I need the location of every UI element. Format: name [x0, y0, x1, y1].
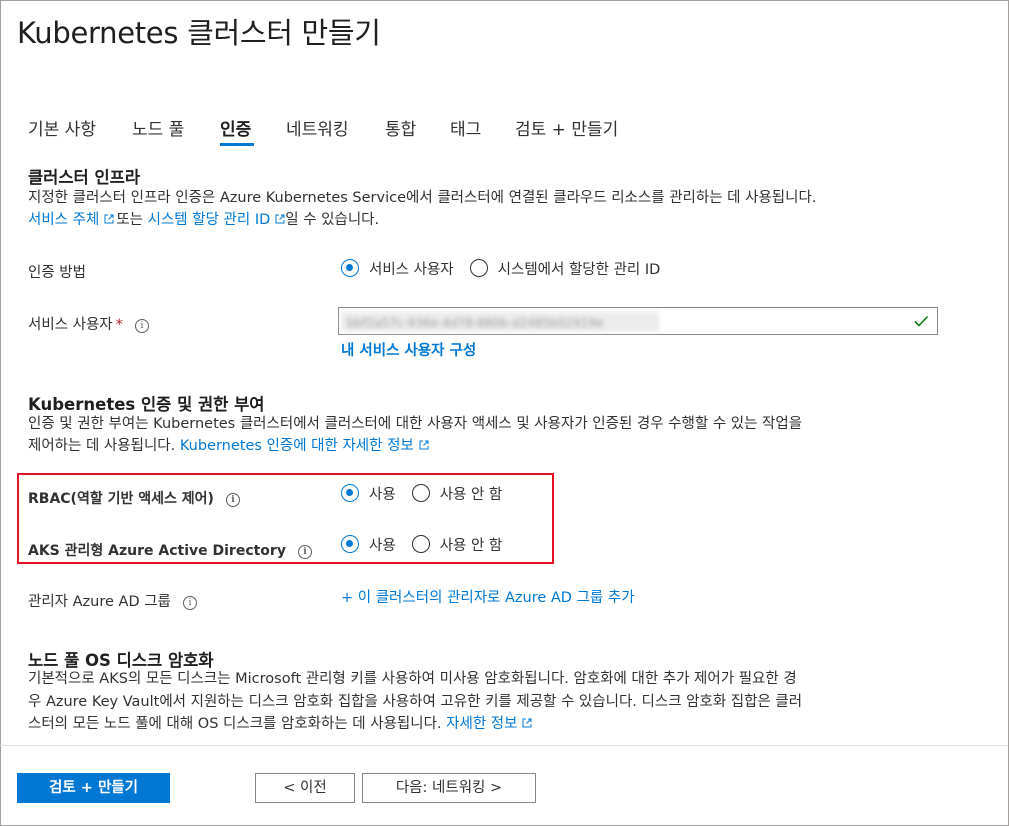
checkmark-icon	[914, 315, 929, 327]
rbac-label-text: RBAC(역할 기반 액세스 제어)	[28, 491, 214, 507]
rbac-radio-group: 사용 사용 안 함	[341, 483, 518, 504]
cluster-infra-description: 지정한 클러스터 인프라 인증은 Azure Kubernetes Servic…	[28, 190, 817, 206]
k8s-auth-learn-more-link[interactable]: Kubernetes 인증에 대한 자세한 정보	[180, 438, 414, 454]
radio-rbac-enabled[interactable]	[341, 484, 359, 502]
radio-service-principal[interactable]	[341, 259, 359, 277]
tab-review-create[interactable]: 검토 + 만들기	[515, 115, 618, 140]
radio-service-principal-label[interactable]: 서비스 사용자	[369, 262, 454, 278]
admin-group-label-text: 관리자 Azure AD 그룹	[28, 594, 171, 610]
service-principal-label: 서비스 사용자 * i	[28, 313, 149, 334]
external-link-icon	[419, 440, 429, 450]
auth-method-radio-group: 서비스 사용자 시스템에서 할당한 관리 ID	[341, 258, 676, 279]
info-icon[interactable]: i	[182, 596, 197, 610]
radio-rbac-disabled[interactable]	[411, 484, 430, 502]
radio-rbac-disabled-label[interactable]: 사용 안 함	[440, 487, 503, 503]
disk-encryption-learn-more-link[interactable]: 자세한 정보	[446, 716, 517, 732]
tab-basics[interactable]: 기본 사항	[28, 115, 96, 140]
footer-divider	[0, 745, 1008, 746]
disk-encryption-line3-text: 스터의 모든 노드 풀에 대해 OS 디스크를 암호화하는 데 사용됩니다.	[28, 716, 442, 732]
service-principal-label-text: 서비스 사용자	[28, 317, 113, 333]
radio-aad-enabled[interactable]	[341, 535, 359, 553]
radio-aad-disabled[interactable]	[411, 535, 430, 553]
aad-label-text: AKS 관리형 Azure Active Directory	[28, 543, 286, 559]
disk-encryption-line1: 기본적으로 AKS의 모든 디스크는 Microsoft 관리형 키를 사용하여…	[28, 671, 797, 687]
configure-service-principal-link[interactable]: 내 서비스 사용자 구성	[341, 339, 476, 360]
tab-networking[interactable]: 네트워킹	[286, 115, 349, 140]
tab-node-pools[interactable]: 노드 풀	[132, 115, 184, 140]
k8s-auth-description-line1: 인증 및 권한 부여는 Kubernetes 클러스터에서 클러스터에 대한 사…	[28, 416, 803, 432]
k8s-auth-description-line2: 제어하는 데 사용됩니다. Kubernetes 인증에 대한 자세한 정보	[28, 434, 431, 458]
admin-group-label: 관리자 Azure AD 그룹 i	[28, 590, 197, 611]
or-text: 또는	[116, 212, 143, 228]
info-icon[interactable]: i	[225, 493, 240, 507]
info-icon[interactable]: i	[134, 319, 149, 333]
next-networking-button[interactable]: 다음: 네트워킹 >	[362, 773, 536, 803]
review-create-button[interactable]: 검토 + 만들기	[17, 773, 170, 803]
add-admin-group-link[interactable]: + 이 클러스터의 관리자로 Azure AD 그룹 추가	[341, 586, 635, 607]
k8s-auth-desc-text: 제어하는 데 사용됩니다.	[28, 438, 176, 454]
radio-managed-identity[interactable]	[469, 259, 488, 277]
service-principal-value: bbf2a57c-936e-4d78-880b-d2485b02919e	[347, 316, 604, 330]
page-title: Kubernetes 클러스터 만들기	[17, 16, 381, 50]
aad-radio-group: 사용 사용 안 함	[341, 534, 518, 555]
tab-tags[interactable]: 태그	[450, 115, 481, 140]
aad-label: AKS 관리형 Azure Active Directory i	[28, 540, 312, 560]
service-principal-value-redacted: bbf2a57c-936e-4d78-880b-d2485b02919e	[341, 312, 659, 332]
required-asterisk: *	[115, 317, 123, 333]
disk-encryption-line2: 우 Azure Key Vault에서 지원하는 디스크 암호화 집합을 사용하…	[28, 694, 803, 710]
auth-method-label: 인증 방법	[28, 265, 86, 281]
external-link-icon	[104, 214, 114, 224]
desc-tail-text: 일 수 있습니다.	[285, 212, 380, 228]
cluster-infra-links-line: 서비스 주체 또는 시스템 할당 관리 ID 일 수 있습니다.	[28, 208, 379, 232]
active-tab-indicator	[220, 143, 254, 146]
service-principal-input[interactable]: bbf2a57c-936e-4d78-880b-d2485b02919e	[338, 307, 938, 335]
service-principal-link[interactable]: 서비스 주체	[28, 212, 99, 228]
radio-rbac-enabled-label[interactable]: 사용	[369, 487, 396, 503]
disk-encryption-line3: 스터의 모든 노드 풀에 대해 OS 디스크를 암호화하는 데 사용됩니다. 자…	[28, 712, 534, 736]
tab-integrations[interactable]: 통합	[385, 115, 416, 140]
rbac-label: RBAC(역할 기반 액세스 제어) i	[28, 488, 240, 508]
info-icon[interactable]: i	[297, 545, 312, 559]
radio-aad-enabled-label[interactable]: 사용	[369, 538, 396, 554]
cluster-infra-heading: 클러스터 인프라	[28, 168, 141, 187]
managed-identity-link[interactable]: 시스템 할당 관리 ID	[148, 212, 271, 228]
radio-aad-disabled-label[interactable]: 사용 안 함	[440, 538, 503, 554]
tab-authentication[interactable]: 인증	[220, 115, 251, 140]
previous-button[interactable]: < 이전	[255, 773, 355, 803]
radio-managed-identity-label[interactable]: 시스템에서 할당한 관리 ID	[498, 262, 661, 278]
external-link-icon	[522, 718, 532, 728]
external-link-icon	[275, 214, 285, 224]
